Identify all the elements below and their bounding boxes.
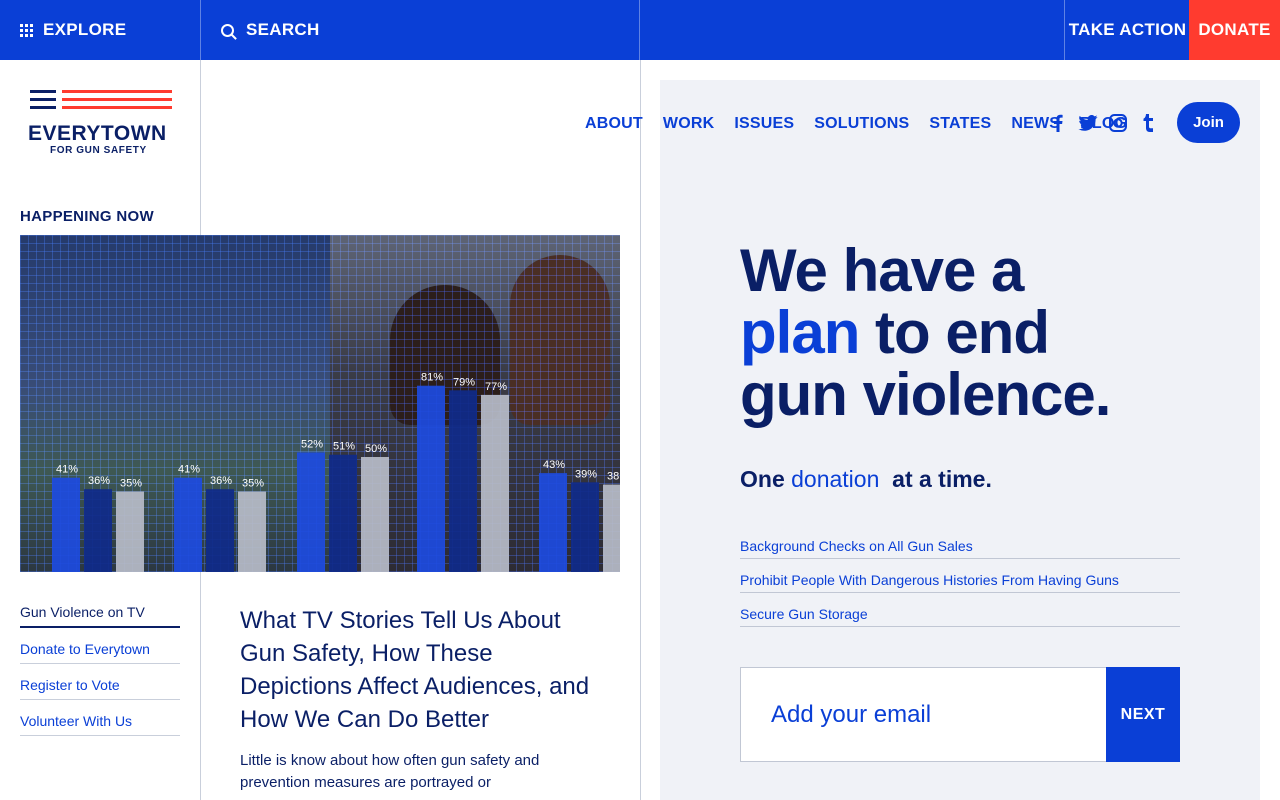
happening-links: Gun Violence on TV Donate to Everytown R… [20, 604, 180, 749]
graphic-bar-label: 50% [365, 443, 387, 455]
hero-subline: One donation at a time. [740, 466, 992, 493]
graphic-bar-label: 39% [575, 468, 597, 480]
graphic-bar-label: 36% [210, 475, 232, 487]
graphic-bar-label: 51% [333, 441, 355, 453]
graphic-bar [174, 477, 202, 572]
search-icon [221, 23, 234, 37]
donate-label: DONATE [1198, 20, 1271, 39]
email-input[interactable] [741, 668, 1107, 761]
graphic-bar [52, 477, 80, 572]
graphic-bar [361, 457, 389, 572]
graphic-bar-label: 38 [607, 471, 619, 483]
nav-solutions[interactable]: SOLUTIONS [814, 115, 909, 133]
graphic-bar [116, 491, 144, 572]
graphic-bar-label: 35% [120, 478, 142, 490]
graphic-bar [329, 454, 357, 572]
logo-tagline: FOR GUN SAFETY [50, 145, 147, 156]
graphic-bar [481, 394, 509, 572]
link-register-to-vote[interactable]: Register to Vote [20, 677, 180, 700]
headline-line-1: We have a [740, 237, 1024, 304]
headline-plan-word: plan [740, 299, 860, 366]
hero-headline: We have a plan to end gun violence. [740, 240, 1200, 426]
link-gun-violence-on-tv[interactable]: Gun Violence on TV [20, 604, 180, 628]
graphic-bar [206, 489, 234, 572]
logo-wordmark: EVERYTOWN [28, 122, 167, 145]
explore-button[interactable]: EXPLORE [0, 0, 201, 60]
subline-end: at a time. [879, 466, 992, 492]
graphic-bar [238, 491, 266, 572]
social-links [1048, 112, 1168, 134]
twitter-icon[interactable] [1078, 112, 1098, 134]
article-title[interactable]: What TV Stories Tell Us About Gun Safety… [240, 604, 600, 736]
graphic-bar-label: 36% [88, 475, 110, 487]
graphic-bar [417, 385, 445, 572]
email-signup-form: NEXT [740, 667, 1180, 762]
graphic-bar [603, 484, 620, 572]
article-excerpt: Little is know about how often gun safet… [240, 752, 540, 791]
instagram-icon[interactable] [1108, 112, 1128, 134]
graphic-bar [449, 390, 477, 572]
tumblr-icon[interactable] [1138, 112, 1158, 134]
link-volunteer-with-us[interactable]: Volunteer With Us [20, 713, 180, 736]
solution-links: Background Checks on All Gun Sales Prohi… [740, 538, 1180, 640]
link-donate-to-everytown[interactable]: Donate to Everytown [20, 641, 180, 664]
subline-donation-word: donation [791, 466, 880, 492]
column-divider [640, 60, 641, 800]
happening-now-image[interactable]: 41% 36% 35% 41% 36% 35% 52% 51% 50% 81% 79% 77% 43% 3… [20, 235, 620, 572]
graphic-bar [297, 452, 325, 572]
facebook-icon[interactable] [1048, 112, 1068, 134]
graphic-bar-label: 79% [453, 376, 475, 388]
graphic-bar-label: 41% [56, 464, 78, 476]
link-prohibit-dangerous[interactable]: Prohibit People With Dangerous Histories… [740, 572, 1180, 593]
explore-label: EXPLORE [43, 20, 127, 39]
top-bar: EXPLORE SEARCH TAKE ACTION DONATE [0, 0, 1280, 60]
take-action-label: TAKE ACTION [1068, 20, 1187, 39]
link-secure-storage[interactable]: Secure Gun Storage [740, 606, 1180, 627]
subline-start: One [740, 466, 792, 492]
search-label: SEARCH [246, 20, 320, 39]
graphic-bar-label: 43% [543, 459, 565, 471]
graphic-bar-label: 52% [301, 438, 323, 450]
nav-work[interactable]: WORK [663, 115, 714, 133]
bar-graphic: 41% 36% 35% 41% 36% 35% 52% 51% 50% 81% 79% 77% 43% 3… [52, 372, 620, 572]
graphic-bar-label: 77% [485, 381, 507, 393]
search-button[interactable]: SEARCH [201, 0, 640, 60]
headline-line-3: gun violence. [740, 361, 1111, 428]
donate-button[interactable]: DONATE [1189, 0, 1280, 60]
nav-about[interactable]: ABOUT [585, 115, 643, 133]
nav-issues[interactable]: ISSUES [734, 115, 794, 133]
graphic-bar [571, 482, 599, 572]
next-button[interactable]: NEXT [1106, 667, 1180, 762]
graphic-bar-label: 35% [242, 478, 264, 490]
headline-line-2: to end [859, 299, 1050, 366]
graphic-bar-label: 81% [421, 372, 443, 384]
take-action-button[interactable]: TAKE ACTION [1064, 0, 1190, 60]
graphic-bar-label: 41% [178, 464, 200, 476]
link-background-checks[interactable]: Background Checks on All Gun Sales [740, 538, 1180, 559]
grid-menu-icon [20, 23, 33, 37]
happening-now-heading: HAPPENING NOW [20, 208, 154, 225]
join-button[interactable]: Join [1177, 102, 1240, 143]
graphic-bar [539, 473, 567, 572]
nav-states[interactable]: STATES [929, 115, 991, 133]
graphic-bar [84, 489, 112, 572]
everytown-logo[interactable]: EVERYTOWN FOR GUN SAFETY [28, 90, 173, 160]
